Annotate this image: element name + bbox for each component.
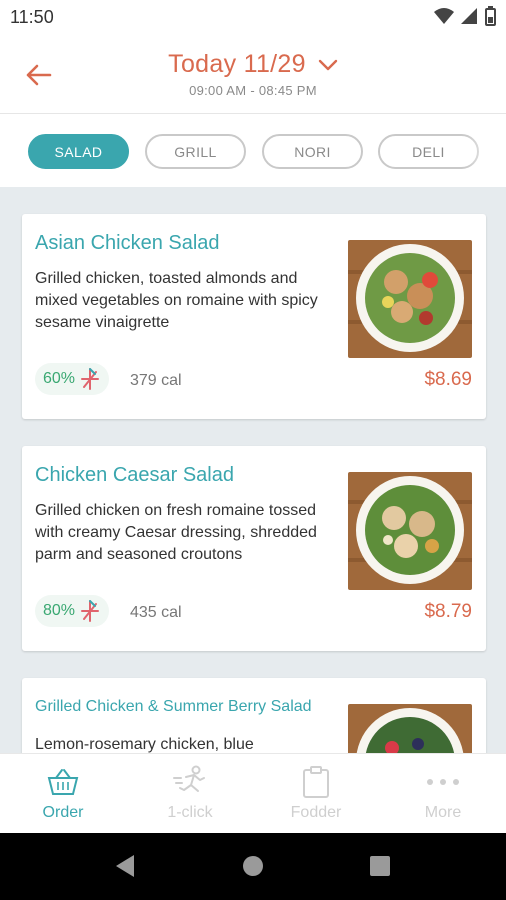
tab-grill[interactable]: GRILL [145,134,246,169]
nav-more[interactable]: More [380,754,506,834]
tabs-fade [466,115,506,187]
more-dots-icon [427,779,459,785]
item-photo [348,472,472,590]
health-badge: 60% [35,363,110,395]
page-title: Today 11/29 [168,50,306,78]
signal-icon [461,8,477,24]
category-tabs: SALAD GRILL NORI DELI [0,115,506,187]
title-block: Today 11/29 09:00 AM - 08:45 PM [0,50,506,98]
item-price: $8.79 [424,601,472,622]
clipboard-icon [303,766,329,798]
item-name: Asian Chicken Salad [35,232,220,254]
tab-nori[interactable]: NORI [262,134,363,169]
item-description: Grilled chicken on fresh romaine tossed … [35,502,317,563]
basket-icon [47,769,79,795]
nav-fodder-label: Fodder [290,804,342,821]
nav-fodder[interactable]: Fodder [253,754,379,834]
item-photo [348,704,472,753]
tab-deli[interactable]: DELI [378,134,479,169]
tab-salad[interactable]: SALAD [28,134,129,169]
nav-order[interactable]: Order [0,754,126,834]
item-calories: 379 cal [130,372,182,389]
status-time: 11:50 [10,7,54,27]
health-badge: 80% [35,595,110,627]
nav-1-click[interactable]: 1-click [127,754,253,834]
wifi-icon [434,8,454,24]
item-description: Lemon-rosemary chicken, blue [35,736,254,753]
nav-order-label: Order [42,804,84,821]
bottom-nav: Order 1-click Fodder More [0,753,506,833]
item-name: Chicken Caesar Salad [35,464,234,486]
nav-1-click-label: 1-click [167,804,213,821]
battery-icon [485,6,496,26]
chevron-down-icon [318,59,338,70]
item-description: Grilled chicken, toasted almonds and mix… [35,270,318,331]
system-recents-icon[interactable] [369,855,391,877]
item-calories: 435 cal [130,604,182,621]
health-percent: 80% [43,602,76,619]
store-hours: 09:00 AM - 08:45 PM [189,83,317,98]
status-bar: 11:50 [0,0,506,36]
menu-item-card[interactable]: Asian Chicken Salad Grilled chicken, toa… [22,214,486,419]
nav-more-label: More [424,804,462,821]
sprout-icon [81,600,100,622]
item-photo [348,240,472,358]
system-home-icon[interactable] [242,855,264,877]
menu-item-card[interactable]: Grilled Chicken & Summer Berry Salad Lem… [22,678,486,753]
status-icons [434,6,496,26]
date-selector[interactable]: Today 11/29 [168,50,338,79]
sprout-icon [81,368,100,390]
item-price: $8.69 [424,369,472,390]
header: Today 11/29 09:00 AM - 08:45 PM [0,36,506,114]
menu-list[interactable]: Asian Chicken Salad Grilled chicken, toa… [0,187,506,753]
menu-item-card[interactable]: Chicken Caesar Salad Grilled chicken on … [22,446,486,651]
item-name: Grilled Chicken & Summer Berry Salad [35,698,312,715]
health-percent: 60% [43,370,76,387]
runner-icon [173,765,205,792]
system-nav-bar [0,833,506,900]
system-back-icon[interactable] [114,853,136,879]
